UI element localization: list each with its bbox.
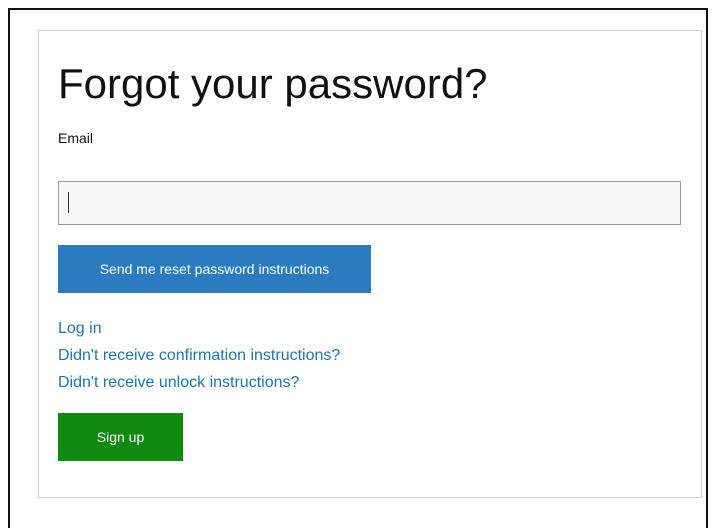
confirmation-instructions-link[interactable]: Didn't receive confirmation instructions… [58, 342, 340, 369]
email-field[interactable] [58, 181, 681, 225]
unlock-instructions-link[interactable]: Didn't receive unlock instructions? [58, 369, 340, 396]
login-link[interactable]: Log in [58, 315, 340, 342]
send-reset-instructions-button[interactable]: Send me reset password instructions [58, 245, 371, 293]
sign-up-button[interactable]: Sign up [58, 413, 183, 461]
auth-links: Log in Didn't receive confirmation instr… [58, 315, 340, 396]
text-cursor [68, 192, 69, 213]
page-title: Forgot your password? [58, 60, 488, 107]
email-label: Email [58, 130, 94, 146]
